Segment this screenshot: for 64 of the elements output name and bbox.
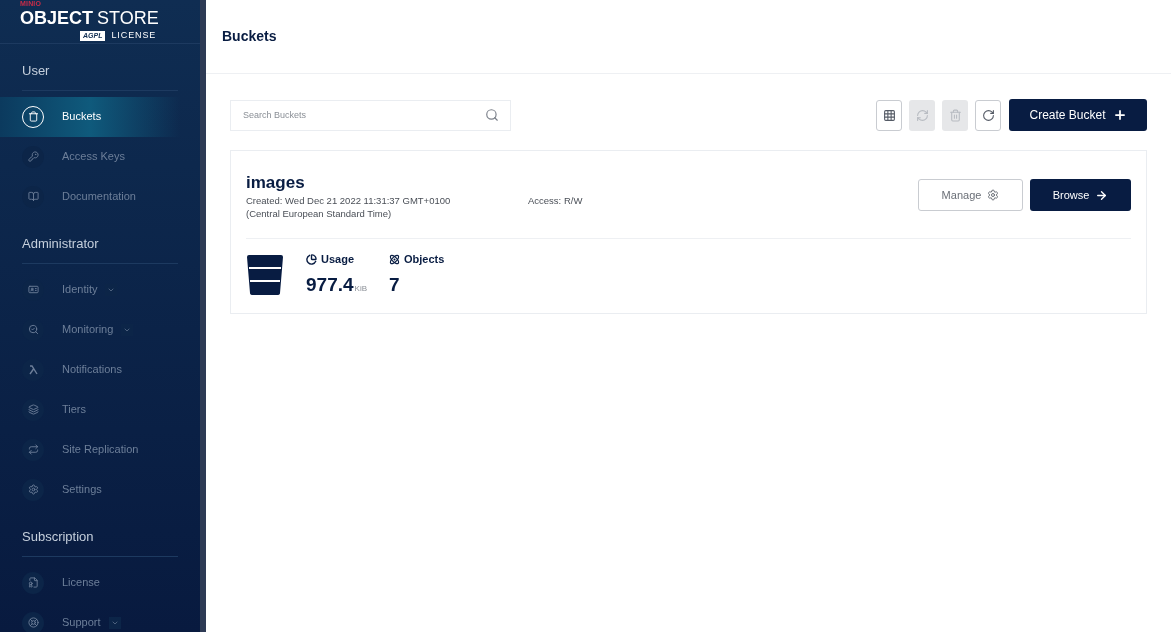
product-name: STORE <box>97 9 159 27</box>
item-label: Documentation <box>62 189 136 205</box>
plus-icon <box>1112 108 1127 122</box>
item-label: Site Replication <box>62 442 139 458</box>
key-icon <box>27 151 39 162</box>
page-title: Buckets <box>222 27 277 46</box>
create-bucket-button[interactable]: Create Bucket <box>1009 99 1147 131</box>
pie-chart-icon <box>306 253 317 265</box>
arrow-right-icon <box>1095 188 1109 202</box>
item-label: Tiers <box>62 402 87 418</box>
lambda-icon <box>28 364 38 375</box>
sidebar-item[interactable]: License <box>0 562 180 603</box>
replicate-icon <box>915 108 929 122</box>
grid-icon <box>882 108 896 122</box>
search-field[interactable]: Search Buckets <box>230 99 511 131</box>
license-label: LICENSE <box>111 29 157 42</box>
item-label: Monitoring <box>62 322 114 338</box>
toolbar-button[interactable] <box>876 99 902 131</box>
refresh-icon <box>981 108 995 122</box>
magnifier-icon <box>27 324 39 335</box>
sidebar-item[interactable]: Settings <box>0 469 180 510</box>
layers-icon <box>27 404 39 415</box>
item-label: License <box>62 575 100 591</box>
sync-icon <box>27 444 39 455</box>
book-icon <box>27 191 39 202</box>
item-label: Access Keys <box>62 149 125 165</box>
access-label: Access: R/W <box>528 194 583 207</box>
item-label: Notifications <box>62 362 122 378</box>
sidebar-item[interactable]: Documentation <box>0 176 180 217</box>
settings-icon <box>27 484 39 495</box>
product-name: OBJECT <box>20 9 93 27</box>
sidebar-item[interactable]: Support <box>0 602 180 632</box>
objects-icon <box>389 253 400 265</box>
search-icon <box>485 107 499 122</box>
usage-label: Usage <box>321 252 355 267</box>
browse-button[interactable]: Browse <box>1030 179 1131 211</box>
lifebuoy-icon <box>27 617 39 628</box>
toolbar-button[interactable] <box>975 99 1001 131</box>
settings-icon <box>987 189 1000 201</box>
sidebar-item[interactable]: Notifications <box>0 349 180 390</box>
section-title: User <box>22 62 50 78</box>
timezone-label: (Central European Standard Time) <box>246 207 393 220</box>
sidebar-item[interactable]: Tiers <box>0 389 180 430</box>
usage-unit: KiB <box>354 282 367 295</box>
sidebar-item[interactable]: Monitoring <box>0 309 180 350</box>
objects-value: 7 <box>389 272 401 297</box>
usage-value: 977.4 <box>306 272 354 297</box>
trash-icon <box>948 108 962 122</box>
certificate-icon <box>27 577 39 588</box>
manage-button[interactable]: Manage <box>918 179 1023 211</box>
expand-toggle[interactable] <box>108 616 121 629</box>
section-title: Administrator <box>22 235 99 251</box>
sidebar-item[interactable]: Site Replication <box>0 429 180 470</box>
bucket-name: images <box>246 173 306 193</box>
sidebar-item[interactable]: Identity <box>0 269 180 310</box>
created-date: Created: Wed Dec 21 2022 11:31:37 GMT+0100 <box>246 194 452 207</box>
id-card-icon <box>27 284 39 295</box>
sidebar-item[interactable]: Access Keys <box>0 136 180 177</box>
item-label: Identity <box>62 282 98 298</box>
item-label: Support <box>62 615 101 631</box>
section-title: Subscription <box>22 528 94 544</box>
item-label: Buckets <box>62 109 102 125</box>
item-label: Settings <box>62 482 102 498</box>
objects-label: Objects <box>404 252 445 267</box>
